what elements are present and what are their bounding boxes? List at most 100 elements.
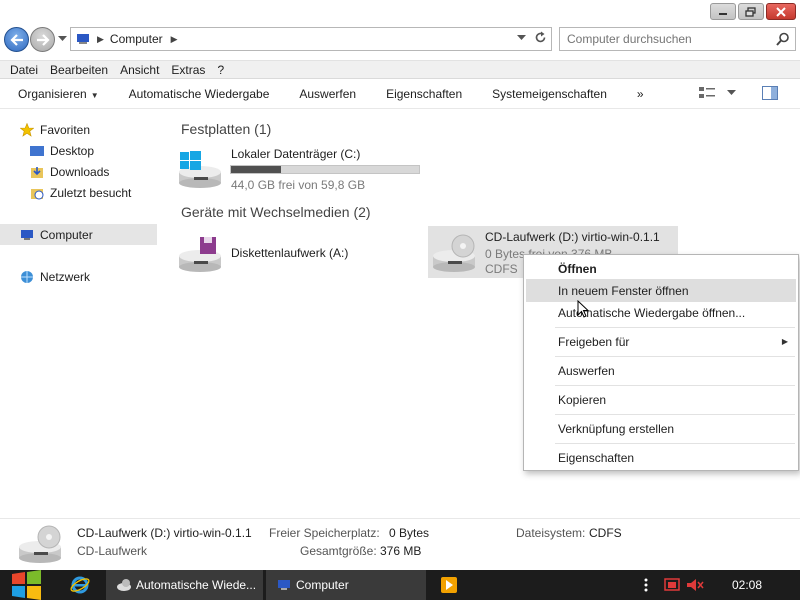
nav-computer[interactable]: Computer xyxy=(0,224,157,245)
breadcrumb-chevron-icon[interactable]: ▶ xyxy=(171,34,178,45)
more-icon[interactable] xyxy=(644,578,648,592)
menu-file[interactable]: Datei xyxy=(4,63,44,77)
nav-recent-label: Zuletzt besucht xyxy=(50,185,132,200)
properties-button[interactable]: Eigenschaften xyxy=(371,87,477,101)
nav-recent[interactable]: Zuletzt besucht xyxy=(30,182,131,203)
floppy-drive-icon xyxy=(179,237,221,272)
menu-tools[interactable]: Extras xyxy=(165,63,211,77)
internet-explorer-icon[interactable] xyxy=(70,575,90,595)
system-properties-button[interactable]: Systemeigenschaften xyxy=(477,87,622,101)
taskbar: Automatische Wiede... Computer 02:08 xyxy=(0,570,800,600)
nav-desktop[interactable]: Desktop xyxy=(30,140,94,161)
desktop-icon xyxy=(30,145,44,156)
ctx-properties[interactable]: Eigenschaften xyxy=(526,446,796,469)
eject-button[interactable]: Auswerfen xyxy=(284,87,371,101)
details-free-label: Freier Speicherplatz: xyxy=(269,526,380,540)
nav-computer-label: Computer xyxy=(40,227,93,242)
recent-pages-dropdown[interactable] xyxy=(58,36,67,42)
ctx-separator xyxy=(555,443,795,444)
ctx-autoplay[interactable]: Automatische Wiedergabe öffnen... xyxy=(526,301,796,324)
address-bar[interactable]: ▶ Computer ▶ xyxy=(70,27,552,51)
minimize-button[interactable] xyxy=(710,3,736,20)
back-button[interactable] xyxy=(4,27,29,52)
ctx-open-new-window[interactable]: In neuem Fenster öffnen xyxy=(526,279,796,302)
menu-edit[interactable]: Bearbeiten xyxy=(44,63,114,77)
drive-d-filesystem: CDFS xyxy=(485,262,518,276)
arrow-left-icon xyxy=(9,33,23,46)
drive-a-title: Diskettenlaufwerk (A:) xyxy=(231,246,349,260)
taskbar-autoplay[interactable]: Automatische Wiede... xyxy=(106,570,263,600)
close-button[interactable] xyxy=(766,3,796,20)
restore-button[interactable] xyxy=(738,3,764,20)
chevron-down-icon: ▼ xyxy=(90,91,99,100)
change-view-icon[interactable] xyxy=(699,86,715,100)
recent-places-icon xyxy=(31,188,44,199)
cd-drive-icon xyxy=(19,525,61,563)
clock[interactable]: 02:08 xyxy=(732,570,762,600)
menu-bar: Datei Bearbeiten Ansicht Extras ? xyxy=(0,60,800,79)
navigation-bar: ▶ Computer ▶ xyxy=(0,24,800,60)
title-bar xyxy=(0,0,800,24)
close-icon xyxy=(776,6,786,17)
forward-button[interactable] xyxy=(30,27,55,52)
breadcrumb-chevron-icon[interactable]: ▶ xyxy=(97,34,104,45)
ctx-copy[interactable]: Kopieren xyxy=(526,388,796,411)
command-bar: Organisieren ▼ Automatische Wiedergabe Au… xyxy=(0,80,800,109)
ctx-separator xyxy=(555,356,795,357)
nav-network-label: Netzwerk xyxy=(40,269,91,284)
menu-view[interactable]: Ansicht xyxy=(114,63,165,77)
nav-downloads[interactable]: Downloads xyxy=(30,161,109,182)
nav-favorites-label: Favoriten xyxy=(40,122,91,137)
taskbar-computer-label: Computer xyxy=(296,578,349,592)
mouse-cursor-icon xyxy=(577,300,589,318)
ctx-separator xyxy=(555,385,795,386)
organize-button[interactable]: Organisieren ▼ xyxy=(0,87,114,101)
drive-c-usage-fill xyxy=(231,166,281,173)
taskbar-autoplay-label: Automatische Wiede... xyxy=(136,578,257,592)
search-icon[interactable] xyxy=(776,32,790,46)
taskbar-computer[interactable]: Computer xyxy=(266,570,426,600)
ctx-separator xyxy=(555,414,795,415)
ctx-create-shortcut[interactable]: Verknüpfung erstellen xyxy=(526,417,796,440)
ctx-share-label: Freigeben für xyxy=(558,334,630,349)
star-icon xyxy=(20,122,34,137)
windows-drive-icon xyxy=(179,151,221,188)
details-total-label: Gesamtgröße: xyxy=(300,544,377,558)
downloads-folder-icon xyxy=(31,166,43,178)
start-button[interactable] xyxy=(9,570,43,600)
drive-d-title: CD-Laufwerk (D:) virtio-win-0.1.1 xyxy=(485,230,660,244)
breadcrumb-computer[interactable]: Computer xyxy=(110,32,163,46)
refresh-icon[interactable] xyxy=(534,31,547,44)
minimize-icon xyxy=(719,12,727,15)
ctx-eject[interactable]: Auswerfen xyxy=(526,359,796,382)
media-player-icon[interactable] xyxy=(441,577,457,593)
search-input[interactable] xyxy=(560,28,760,50)
group-header-removable[interactable]: Geräte mit Wechselmedien (2) xyxy=(181,204,371,220)
group-header-harddisks[interactable]: Festplatten (1) xyxy=(181,121,271,137)
cd-drive-icon xyxy=(433,234,475,272)
search-box[interactable] xyxy=(559,27,796,51)
nav-desktop-label: Desktop xyxy=(50,143,95,158)
details-type: CD-Laufwerk xyxy=(77,544,148,558)
nav-network[interactable]: Netzwerk xyxy=(20,266,90,287)
preview-pane-icon[interactable] xyxy=(762,86,778,100)
action-center-icon[interactable] xyxy=(664,577,680,593)
menu-help[interactable]: ? xyxy=(211,63,230,77)
ctx-open[interactable]: Öffnen xyxy=(526,257,796,280)
computer-icon xyxy=(21,229,33,240)
volume-icon[interactable] xyxy=(686,578,704,592)
details-pane: CD-Laufwerk (D:) virtio-win-0.1.1 CD-Lau… xyxy=(0,518,800,570)
details-name: CD-Laufwerk (D:) virtio-win-0.1.1 xyxy=(77,526,252,540)
autoplay-button[interactable]: Automatische Wiedergabe xyxy=(114,87,285,101)
details-fs-label: Dateisystem: xyxy=(516,526,586,540)
more-commands-button[interactable]: » xyxy=(622,87,659,101)
drive-c-free: 44,0 GB frei von 59,8 GB xyxy=(231,178,366,192)
ctx-share-with[interactable]: Freigeben für ▶ xyxy=(526,330,796,353)
organize-label: Organisieren xyxy=(18,87,87,101)
details-free-value: 0 Bytes xyxy=(389,526,430,540)
restore-icon xyxy=(745,6,756,17)
address-history-dropdown-icon[interactable] xyxy=(517,34,526,41)
view-options-dropdown-icon[interactable] xyxy=(727,90,736,96)
nav-favorites[interactable]: Favoriten xyxy=(20,119,90,140)
drive-c-title: Lokaler Datenträger (C:) xyxy=(231,147,361,161)
